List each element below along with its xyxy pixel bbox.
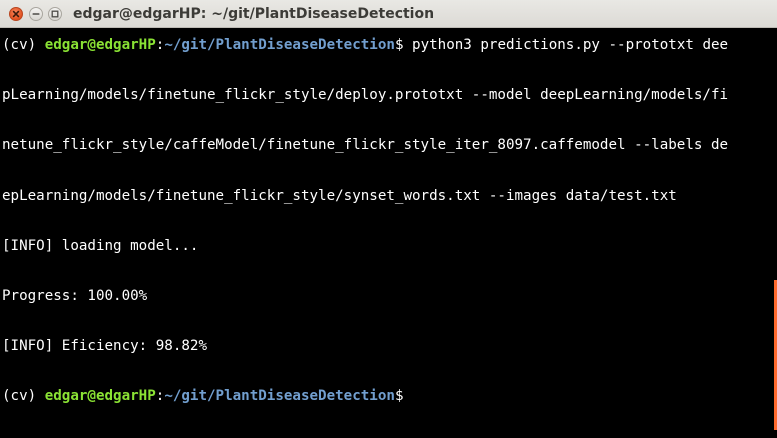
virtualenv-label: (cv)	[2, 387, 45, 404]
prompt-line: (cv) edgar@edgarHP:~/git/PlantDiseaseDet…	[2, 37, 770, 54]
command-wrap-line: epLearning/models/finetune_flickr_style/…	[2, 187, 677, 204]
close-icon	[12, 10, 20, 18]
maximize-icon	[51, 10, 59, 18]
close-button[interactable]	[9, 7, 23, 21]
maximize-button[interactable]	[48, 7, 62, 21]
command-wrap-line: netune_flickr_style/caffeModel/finetune_…	[2, 137, 729, 154]
terminal-output: (cv) edgar@edgarHP:~/git/PlantDiseaseDet…	[2, 28, 770, 438]
command-wrap-line: pLearning/models/finetune_flickr_style/d…	[2, 87, 729, 104]
terminal-area[interactable]: (cv) edgar@edgarHP:~/git/PlantDiseaseDet…	[0, 28, 777, 438]
virtualenv-label: (cv)	[2, 37, 45, 54]
output-line: [INFO] loading model...	[2, 237, 199, 254]
prompt-line-current[interactable]: (cv) edgar@edgarHP:~/git/PlantDiseaseDet…	[2, 388, 770, 405]
prompt-symbol: $	[394, 387, 404, 404]
prompt-path: ~/git/PlantDiseaseDetection	[164, 387, 395, 404]
output-line: Progress: 100.00%	[2, 287, 148, 304]
minimize-icon	[32, 13, 40, 15]
minimize-button[interactable]	[29, 7, 43, 21]
prompt-path: ~/git/PlantDiseaseDetection	[164, 37, 395, 54]
user-host: edgar@edgarHP	[44, 37, 156, 54]
window-title: edgar@edgarHP: ~/git/PlantDiseaseDetecti…	[73, 6, 435, 22]
prompt-symbol: $	[394, 37, 413, 54]
user-host: edgar@edgarHP	[44, 387, 156, 404]
command-text: python3 predictions.py --prototxt dee	[412, 37, 729, 54]
title-bar[interactable]: edgar@edgarHP: ~/git/PlantDiseaseDetecti…	[0, 0, 777, 28]
output-line: [INFO] Eficiency: 98.82%	[2, 337, 207, 354]
terminal-window: edgar@edgarHP: ~/git/PlantDiseaseDetecti…	[0, 0, 777, 438]
